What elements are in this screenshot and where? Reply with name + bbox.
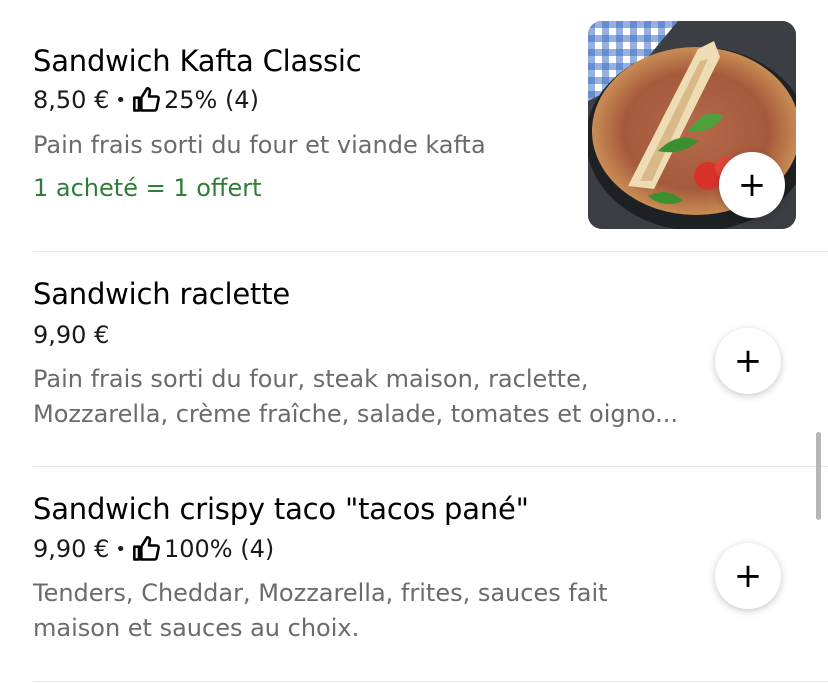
item-meta: 9,90 € — [33, 321, 109, 349]
item-description-line: Mozzarella, crème fraîche, salade, tomat… — [33, 400, 678, 428]
menu-item-crispy-taco[interactable]: Sandwich crispy taco "tacos pané" 9,90 €… — [33, 467, 828, 681]
item-price: 9,90 € — [33, 321, 110, 349]
separator-dot: • — [115, 538, 126, 560]
divider — [33, 681, 828, 682]
menu-item-raclette[interactable]: Sandwich raclette 9,90 € Pain frais sort… — [33, 252, 828, 466]
item-meta: 8,50 € • 25% (4) — [33, 86, 259, 114]
item-description-line: Tenders, Cheddar, Mozzarella, frites, sa… — [33, 579, 608, 607]
item-description: Pain frais sorti du four, steak maison, … — [33, 362, 713, 432]
item-name: Sandwich crispy taco "tacos pané" — [33, 492, 529, 526]
item-price: 9,90 € — [33, 535, 110, 563]
item-name: Sandwich raclette — [33, 277, 291, 311]
item-rating: 100% (4) — [163, 535, 275, 563]
thumbs-up-icon — [133, 536, 160, 561]
item-name: Sandwich Kafta Classic — [33, 44, 362, 78]
item-description-line: maison et sauces au choix. — [33, 614, 360, 642]
item-meta: 9,90 € • 100% (4) — [33, 535, 274, 563]
item-price: 8,50 € — [33, 86, 110, 114]
item-description: Tenders, Cheddar, Mozzarella, frites, sa… — [33, 576, 713, 646]
promo-badge: 1 acheté = 1 offert — [33, 174, 262, 202]
add-button-crispy-taco[interactable]: + — [715, 543, 781, 609]
scrollbar[interactable] — [816, 432, 821, 520]
add-button-raclette[interactable]: + — [715, 328, 781, 394]
thumbs-up-icon — [133, 87, 160, 112]
item-rating: 25% (4) — [163, 86, 259, 114]
add-button-kafta[interactable]: + — [719, 152, 785, 218]
item-description-line: Pain frais sorti du four, steak maison, … — [33, 365, 589, 393]
separator-dot: • — [115, 89, 126, 111]
